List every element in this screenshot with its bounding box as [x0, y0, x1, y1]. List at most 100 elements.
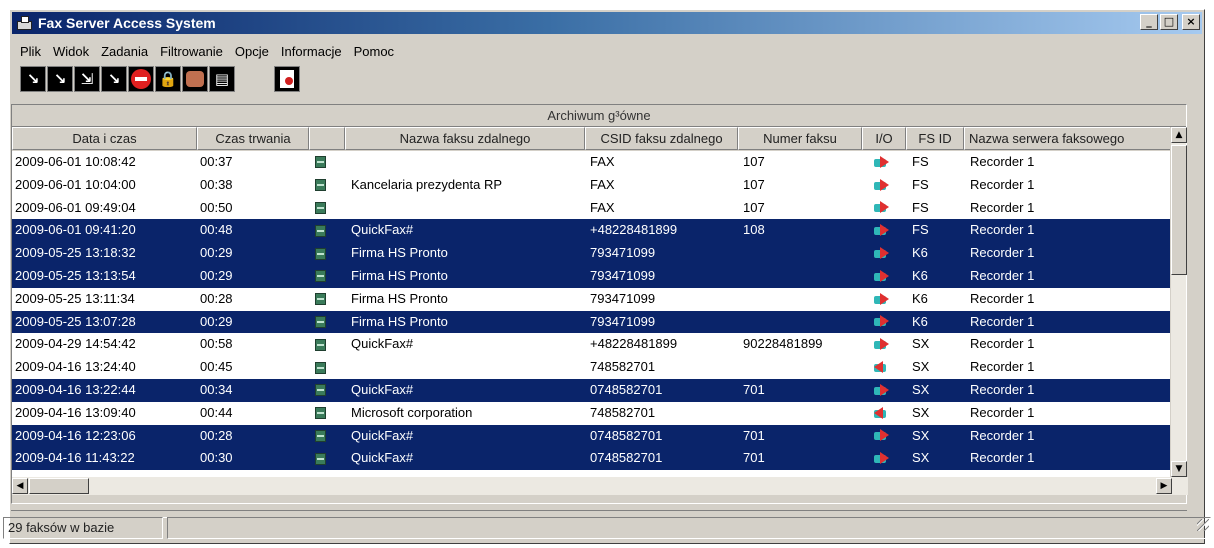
fax-app-icon — [16, 15, 33, 31]
arrow-down-right-icon: ↘ — [53, 70, 67, 88]
table-row[interactable]: 2009-06-01 09:49:04 00:50 FAX 107 FS Recorder… — [12, 196, 1174, 220]
col-header-server[interactable]: Nazwa serwera faksowego — [964, 127, 1172, 150]
close-button[interactable]: × — [1182, 14, 1200, 30]
table-row[interactable]: 2009-05-25 13:07:28 00:29 Firma HS Pronto 7… — [12, 310, 1174, 334]
minimize-button[interactable]: _ — [1140, 14, 1158, 30]
filter-all-button[interactable]: ↘ — [20, 66, 46, 92]
cell-fax-icon — [309, 288, 345, 311]
stop-button[interactable] — [128, 66, 154, 92]
col-header-io[interactable]: I/O — [862, 127, 906, 150]
cell-csid: 0748582701 — [590, 381, 663, 397]
table-row[interactable]: 2009-04-29 14:54:42 00:58 QuickFax# +482284… — [12, 333, 1174, 357]
cell-fsid: FS — [912, 222, 929, 238]
card-button[interactable]: ▤ — [209, 66, 235, 92]
table-row[interactable]: 2009-04-16 12:23:06 00:28 QuickFax# 0748582… — [12, 424, 1174, 448]
cell-date: 2009-04-16 11:43:22 — [15, 450, 135, 466]
fax-document-icon — [315, 156, 326, 169]
cell-date: 2009-06-01 09:49:04 — [15, 199, 136, 215]
cell-io — [862, 311, 906, 334]
col-header-duration[interactable]: Czas trwania — [197, 127, 309, 150]
cell-duration: 00:28 — [200, 427, 233, 443]
menu-plik[interactable]: Plik — [14, 44, 47, 59]
cell-duration: 00:50 — [200, 199, 233, 215]
menu-filtrowanie[interactable]: Filtrowanie — [154, 44, 229, 59]
arrow-down-right-outline-button[interactable]: ↘ — [101, 66, 127, 92]
cell-fsid: SX — [912, 427, 930, 443]
cell-duration: 00:29 — [200, 245, 233, 261]
menu-widok[interactable]: Widok — [47, 44, 95, 59]
cell-duration: 00:28 — [200, 290, 233, 306]
cell-remote-name: Firma HS Pronto — [351, 267, 448, 283]
table-row[interactable]: 2009-04-16 13:09:40 00:44 Microsoft corpor… — [12, 401, 1174, 425]
scroll-left-icon[interactable]: ◀ — [12, 478, 28, 494]
table-row[interactable]: 2009-04-16 11:43:22 00:30 QuickFax# 0748582… — [12, 447, 1174, 471]
table-row[interactable]: 2009-04-16 13:22:44 00:34 QuickFax# 0748582… — [12, 378, 1174, 402]
cell-csid: 748582701 — [590, 404, 656, 420]
cell-date: 2009-06-01 10:08:42 — [15, 154, 136, 169]
cell-fax-icon — [309, 265, 345, 288]
vertical-scrollbar[interactable]: ▲ ▼ — [1170, 127, 1187, 477]
table-row[interactable]: 2009-05-25 13:18:32 00:29 Firma HS Pronto 7… — [12, 242, 1174, 265]
col-header-csid[interactable]: CSID faksu zdalnego — [585, 127, 738, 150]
fax-machine-icon — [186, 71, 204, 87]
cell-duration: 00:58 — [200, 336, 233, 352]
resize-grip-icon[interactable] — [1197, 519, 1209, 531]
table-row[interactable]: 2009-05-25 13:13:54 00:29 Firma HS Pronto 7… — [12, 264, 1174, 288]
grid-header: Data i czas Czas trwania Nazwa faksu zda… — [12, 127, 1186, 150]
cell-io — [862, 447, 906, 470]
cell-fax-number: 701 — [743, 381, 765, 397]
cell-fsid: SX — [912, 450, 930, 466]
cell-server: Recorder 1 — [970, 450, 1035, 466]
cell-io — [862, 288, 906, 311]
maximize-button[interactable]: □ — [1160, 14, 1178, 30]
cell-csid: 793471099 — [590, 290, 656, 306]
cell-duration: 00:34 — [200, 381, 233, 397]
cell-fsid: FS — [912, 176, 929, 192]
cell-fax-icon — [309, 311, 345, 334]
scroll-up-icon[interactable]: ▲ — [1171, 127, 1187, 143]
fax-document-icon — [315, 338, 326, 351]
grid-rows: 2009-06-01 10:08:42 00:37 FAX 107 FS Recorder… — [12, 151, 1174, 477]
fax-document-icon — [315, 201, 326, 214]
fax-machine-button[interactable] — [182, 66, 208, 92]
menu-zadania[interactable]: Zadania — [95, 44, 154, 59]
arrow-down-right-button[interactable]: ↘ — [47, 66, 73, 92]
window-title: Fax Server Access System — [38, 15, 216, 31]
scroll-right-icon[interactable]: ▶ — [1156, 478, 1172, 494]
col-header-fax-number[interactable]: Numer faksu — [738, 127, 862, 150]
fax-document-icon — [315, 179, 326, 192]
table-row[interactable]: 2009-06-01 09:41:20 00:48 QuickFax# +482284… — [12, 219, 1174, 243]
menu-informacje[interactable]: Informacje — [275, 44, 348, 59]
cell-fax-number: 107 — [743, 176, 765, 192]
outgoing-fax-icon — [874, 201, 890, 214]
col-header-fsid[interactable]: FS ID — [906, 127, 964, 150]
cell-remote-name: QuickFax# — [351, 381, 414, 397]
cell-server: Recorder 1 — [970, 404, 1035, 420]
lock-button[interactable]: 🔒 — [155, 66, 181, 92]
table-row[interactable]: 2009-06-01 10:08:42 00:37 FAX 107 FS Recorder… — [12, 151, 1174, 174]
cell-fax-icon — [309, 379, 345, 402]
arrow-down-right-alt-button[interactable]: ⇲ — [74, 66, 100, 92]
cell-server: Recorder 1 — [970, 199, 1035, 215]
title-bar[interactable]: Fax Server Access System _ □ × — [12, 12, 1202, 34]
table-row[interactable]: 2009-05-25 13:11:34 00:28 Firma HS Pronto 7… — [12, 287, 1174, 311]
cell-date: 2009-04-29 14:54:42 — [15, 336, 136, 352]
table-row[interactable]: 2009-06-01 10:04:00 00:38 Kancelaria prezy… — [12, 173, 1174, 197]
document-search-button[interactable] — [274, 66, 300, 92]
menu-opcje[interactable]: Opcje — [229, 44, 275, 59]
cell-csid: 793471099 — [590, 313, 656, 329]
horizontal-scroll-thumb[interactable] — [29, 478, 89, 494]
col-header-remote-name[interactable]: Nazwa faksu zdalnego — [345, 127, 585, 150]
horizontal-scrollbar[interactable]: ◀ ▶ — [12, 477, 1188, 495]
cell-io — [862, 379, 906, 402]
vertical-scroll-thumb[interactable] — [1171, 145, 1187, 275]
col-header-date[interactable]: Data i czas — [12, 127, 197, 150]
cell-remote-name: QuickFax# — [351, 427, 414, 443]
scroll-down-icon[interactable]: ▼ — [1171, 461, 1187, 477]
cell-date: 2009-04-16 13:24:40 — [15, 359, 136, 375]
menu-pomoc[interactable]: Pomoc — [348, 44, 400, 59]
table-row[interactable]: 2009-04-16 13:24:40 00:45 748582701 SX Recor… — [12, 356, 1174, 379]
cell-fax-number: 701 — [743, 427, 765, 443]
col-header-icon[interactable] — [309, 127, 345, 150]
cell-fsid: FS — [912, 154, 929, 169]
